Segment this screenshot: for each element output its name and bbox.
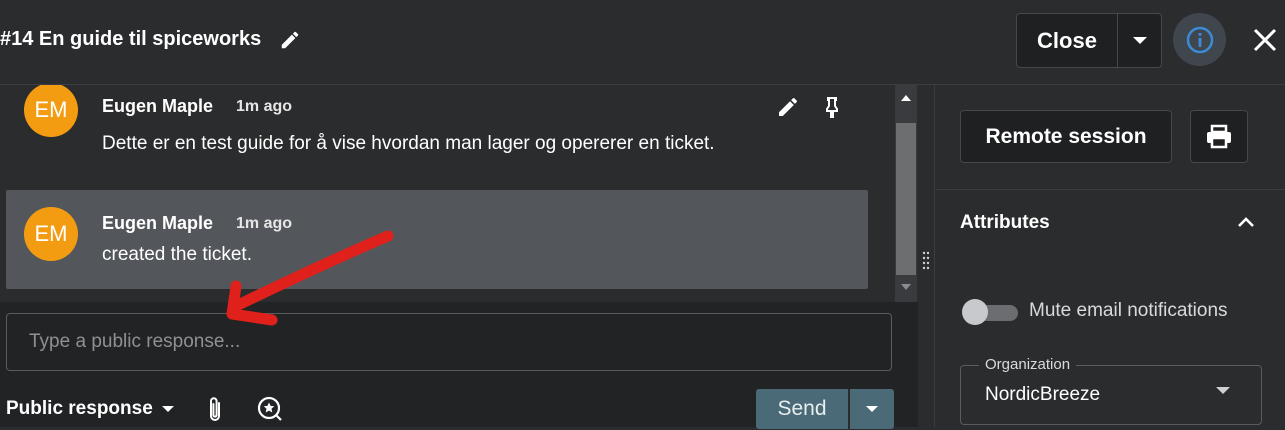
sidebar-divider [936,189,1285,190]
mute-email-label: Mute email notifications [1029,300,1228,321]
ticket-sidebar: Remote session Attributes Mute email not… [936,85,1285,427]
organization-value: NordicBreeze [985,384,1101,405]
attributes-heading: Attributes [960,212,1050,233]
collapse-chevron-up-icon[interactable] [1236,212,1256,237]
mute-email-toggle[interactable] [962,299,1020,325]
toggle-knob [962,299,988,325]
print-icon[interactable] [1190,110,1248,163]
remote-session-button[interactable]: Remote session [960,110,1172,163]
organization-select[interactable]: Organization NordicBreeze [960,356,1262,425]
chevron-down-icon [1216,387,1230,394]
organization-label: Organization [979,356,1077,373]
